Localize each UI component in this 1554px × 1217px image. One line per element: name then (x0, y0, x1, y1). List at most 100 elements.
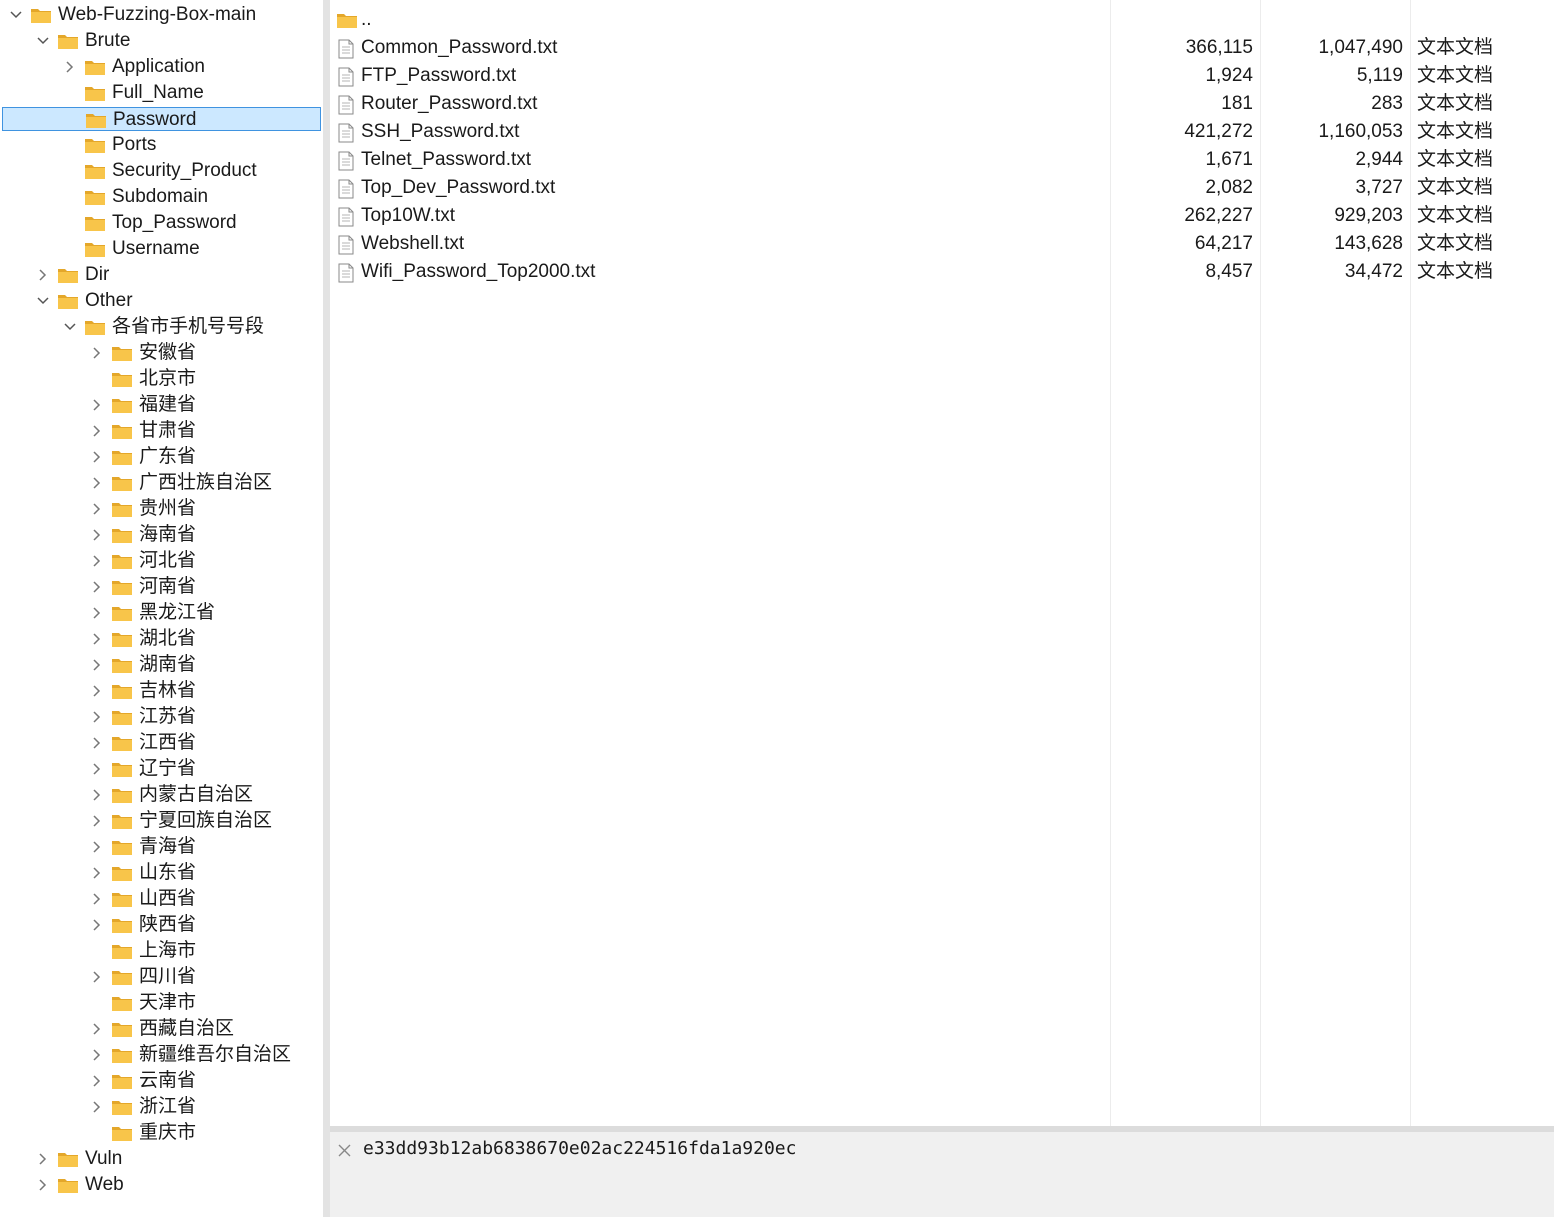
chevron-right-icon[interactable] (89, 341, 105, 365)
chevron-right-icon[interactable] (89, 497, 105, 521)
tree-item[interactable]: 山西省 (2, 887, 321, 911)
chevron-right-icon[interactable] (89, 575, 105, 599)
file-row[interactable]: SSH_Password.txt 421,272 1,160,053 文本文档 (330, 118, 1554, 146)
tree-item[interactable]: 上海市 (2, 939, 321, 963)
tree-item[interactable]: 陕西省 (2, 913, 321, 937)
tree-item[interactable]: 浙江省 (2, 1095, 321, 1119)
folder-icon (84, 136, 106, 154)
chevron-right-icon[interactable] (89, 471, 105, 495)
folder-icon (111, 422, 133, 440)
parent-folder-row[interactable]: .. (330, 6, 1554, 34)
tree-item[interactable]: Web-Fuzzing-Box-main (2, 3, 321, 27)
file-row[interactable]: Router_Password.txt 181 283 文本文档 (330, 90, 1554, 118)
tree-item[interactable]: 安徽省 (2, 341, 321, 365)
tree-item[interactable]: 海南省 (2, 523, 321, 547)
chevron-right-icon[interactable] (89, 1043, 105, 1067)
tree-item[interactable]: 吉林省 (2, 679, 321, 703)
chevron-right-icon[interactable] (89, 419, 105, 443)
tree-item[interactable]: 云南省 (2, 1069, 321, 1093)
chevron-right-icon[interactable] (35, 1147, 51, 1171)
tree-item[interactable]: Other (2, 289, 321, 313)
file-row[interactable]: Top_Dev_Password.txt 2,082 3,727 文本文档 (330, 174, 1554, 202)
tree-item[interactable]: 河南省 (2, 575, 321, 599)
chevron-right-icon[interactable] (35, 1173, 51, 1197)
chevron-right-icon[interactable] (89, 393, 105, 417)
tree-item[interactable]: Web (2, 1173, 321, 1197)
folder-tree[interactable]: Web-Fuzzing-Box-main Brute Application Full… (0, 0, 323, 1217)
chevron-right-icon[interactable] (89, 1069, 105, 1093)
chevron-right-icon[interactable] (62, 55, 78, 79)
tree-item[interactable]: 山东省 (2, 861, 321, 885)
chevron-right-icon[interactable] (89, 523, 105, 547)
pane-splitter[interactable] (323, 0, 330, 1217)
tree-item[interactable]: 青海省 (2, 835, 321, 859)
chevron-right-icon[interactable] (89, 965, 105, 989)
tree-item[interactable]: Brute (2, 29, 321, 53)
tree-item[interactable]: 天津市 (2, 991, 321, 1015)
chevron-right-icon[interactable] (89, 549, 105, 573)
chevron-right-icon[interactable] (89, 887, 105, 911)
chevron-right-icon[interactable] (89, 705, 105, 729)
tree-item[interactable]: 新疆维吾尔自治区 (2, 1043, 321, 1067)
file-row[interactable]: Telnet_Password.txt 1,671 2,944 文本文档 (330, 146, 1554, 174)
chevron-right-icon[interactable] (89, 627, 105, 651)
tree-item[interactable]: 辽宁省 (2, 757, 321, 781)
text-file-icon (338, 67, 354, 87)
close-icon[interactable] (336, 1140, 352, 1160)
chevron-right-icon[interactable] (89, 731, 105, 755)
file-row[interactable]: Top10W.txt 262,227 929,203 文本文档 (330, 202, 1554, 230)
chevron-right-icon[interactable] (89, 679, 105, 703)
tree-item[interactable]: Username (2, 237, 321, 261)
tree-item[interactable]: 广东省 (2, 445, 321, 469)
file-row[interactable]: Common_Password.txt 366,115 1,047,490 文本文档 (330, 34, 1554, 62)
chevron-right-icon[interactable] (89, 653, 105, 677)
tree-item[interactable]: 甘肃省 (2, 419, 321, 443)
file-row[interactable]: FTP_Password.txt 1,924 5,119 文本文档 (330, 62, 1554, 90)
tree-item[interactable]: 江苏省 (2, 705, 321, 729)
tree-item[interactable]: Vuln (2, 1147, 321, 1171)
tree-item[interactable]: 北京市 (2, 367, 321, 391)
tree-item[interactable]: 宁夏回族自治区 (2, 809, 321, 833)
chevron-right-icon[interactable] (89, 809, 105, 833)
tree-item[interactable]: 河北省 (2, 549, 321, 573)
tree-item[interactable]: 广西壮族自治区 (2, 471, 321, 495)
tree-item[interactable]: 重庆市 (2, 1121, 321, 1145)
chevron-down-icon[interactable] (62, 315, 78, 339)
tree-item[interactable]: Password (2, 107, 321, 131)
chevron-right-icon[interactable] (89, 445, 105, 469)
tree-item-label: 贵州省 (139, 498, 197, 519)
tree-item[interactable]: Ports (2, 133, 321, 157)
file-row[interactable]: Webshell.txt 64,217 143,628 文本文档 (330, 230, 1554, 258)
tree-item[interactable]: Security_Product (2, 159, 321, 183)
tree-item[interactable]: 江西省 (2, 731, 321, 755)
tree-item[interactable]: Full_Name (2, 81, 321, 105)
tree-item[interactable]: Subdomain (2, 185, 321, 209)
file-list[interactable]: .. Common_Password.txt 366,115 1,047,490 文本… (330, 0, 1554, 1126)
chevron-right-icon[interactable] (35, 263, 51, 287)
chevron-right-icon[interactable] (89, 757, 105, 781)
tree-item[interactable]: 湖南省 (2, 653, 321, 677)
chevron-right-icon[interactable] (89, 1017, 105, 1041)
tree-item[interactable]: Application (2, 55, 321, 79)
chevron-right-icon[interactable] (89, 1095, 105, 1119)
tree-item[interactable]: 内蒙古自治区 (2, 783, 321, 807)
tree-item[interactable]: 各省市手机号号段 (2, 315, 321, 339)
chevron-down-icon[interactable] (8, 3, 24, 27)
tree-item[interactable]: 四川省 (2, 965, 321, 989)
tree-item[interactable]: Dir (2, 263, 321, 287)
file-row[interactable]: Wifi_Password_Top2000.txt 8,457 34,472 文本文档 (330, 258, 1554, 286)
chevron-right-icon[interactable] (89, 835, 105, 859)
tree-item[interactable]: Top_Password (2, 211, 321, 235)
tree-item[interactable]: 黑龙江省 (2, 601, 321, 625)
tree-item[interactable]: 福建省 (2, 393, 321, 417)
tree-item-label: Security_Product (112, 160, 257, 181)
chevron-right-icon[interactable] (89, 783, 105, 807)
chevron-right-icon[interactable] (89, 601, 105, 625)
tree-item[interactable]: 贵州省 (2, 497, 321, 521)
chevron-right-icon[interactable] (89, 913, 105, 937)
tree-item[interactable]: 西藏自治区 (2, 1017, 321, 1041)
chevron-down-icon[interactable] (35, 289, 51, 313)
tree-item[interactable]: 湖北省 (2, 627, 321, 651)
chevron-right-icon[interactable] (89, 861, 105, 885)
chevron-down-icon[interactable] (35, 29, 51, 53)
